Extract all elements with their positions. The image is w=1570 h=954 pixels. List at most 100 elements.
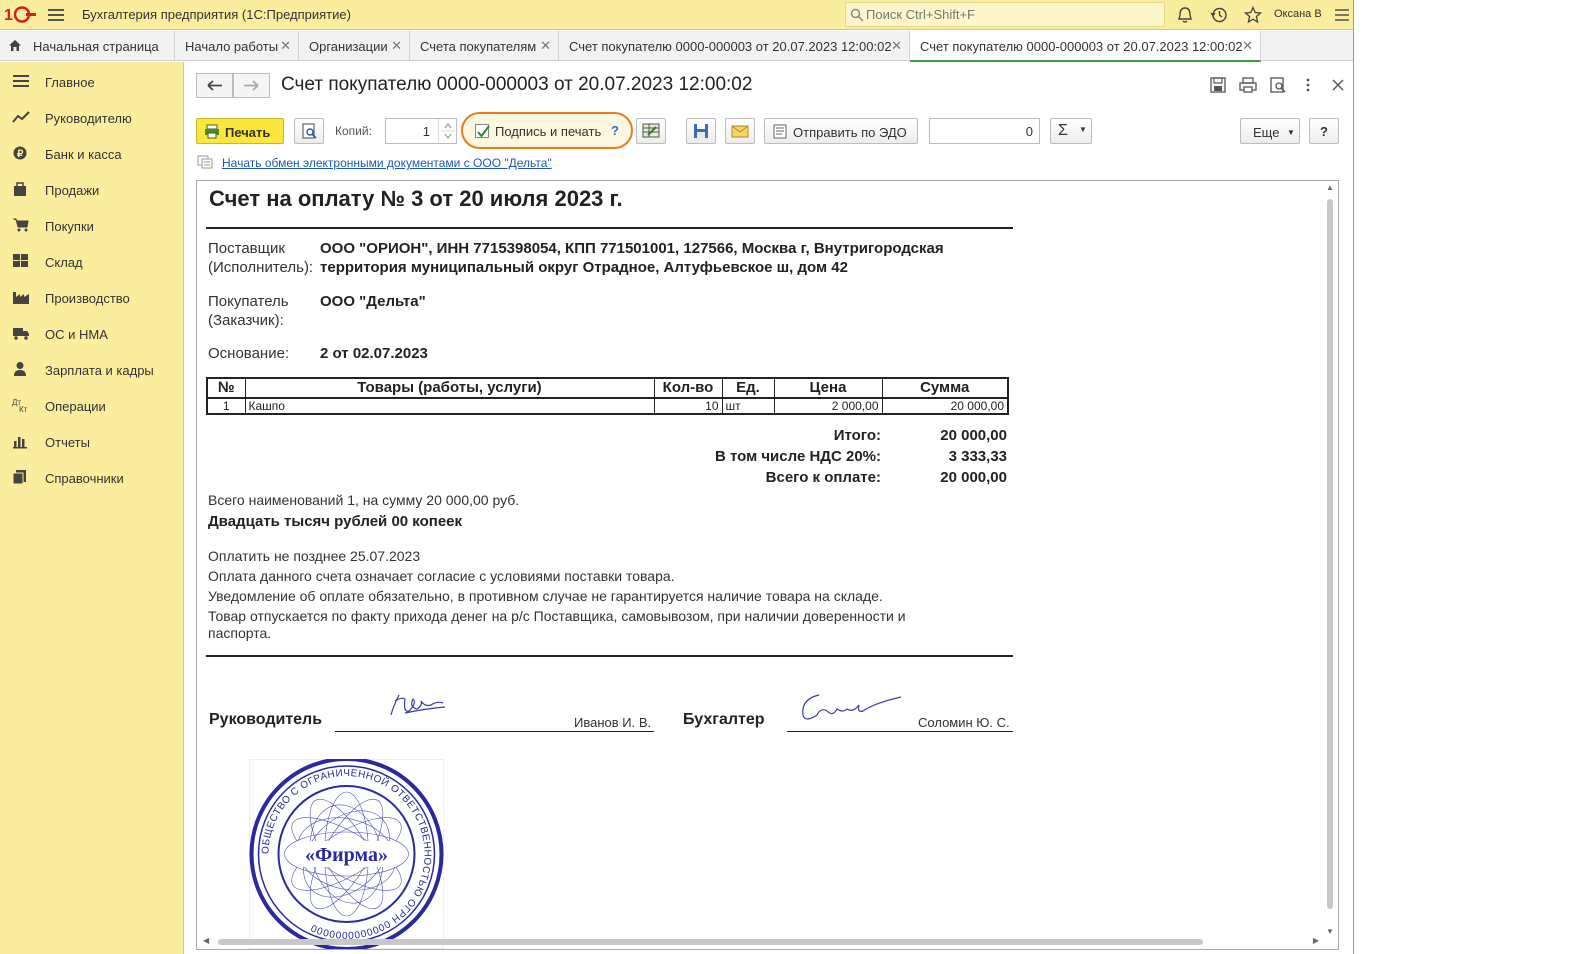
sidebar-item-main[interactable]: Главное	[0, 63, 184, 99]
horizontal-scrollbar[interactable]: ◀ ▶	[197, 934, 1323, 949]
close-tab-icon[interactable]: ✕	[891, 38, 902, 54]
tab-organizations[interactable]: Организации ✕	[299, 31, 410, 61]
preview-icon[interactable]	[1269, 76, 1287, 94]
signature-line	[335, 731, 654, 732]
sign-and-stamp-toggle[interactable]: Подпись и печать ?	[461, 112, 633, 149]
bar-chart-icon	[13, 437, 27, 449]
preview-button[interactable]	[294, 118, 324, 144]
sign-and-stamp-checkbox[interactable]	[475, 124, 490, 138]
coin-icon: ₽	[13, 146, 27, 160]
user-name[interactable]: Оксана В	[1274, 8, 1322, 20]
tab-label: Организации	[309, 39, 388, 54]
floppy-icon	[694, 124, 708, 138]
print-preview-sheet[interactable]: Счет на оплату № 3 от 20 июля 2023 г. По…	[196, 180, 1339, 950]
copies-stepper[interactable]: 1	[385, 118, 457, 144]
scrollbar-thumb[interactable]	[218, 939, 1203, 945]
vertical-scrollbar[interactable]: ▲ ▼	[1322, 181, 1338, 936]
send-edo-button[interactable]: Отправить по ЭДО	[764, 118, 918, 144]
sidebar-item-bank[interactable]: ₽ Банк и касса	[0, 135, 184, 171]
forward-button[interactable]	[233, 73, 270, 98]
close-icon[interactable]	[1329, 76, 1347, 94]
sidebar-item-sales[interactable]: Продажи	[0, 171, 184, 207]
edit-document-button[interactable]	[636, 118, 666, 144]
stepper-arrows-icon	[441, 123, 455, 139]
scroll-right-icon[interactable]: ▶	[1313, 936, 1319, 945]
close-tab-icon[interactable]: ✕	[280, 38, 291, 54]
buyer-label-sub: (Заказчик):	[208, 312, 284, 329]
sidebar-item-assets[interactable]: ОС и НМА	[0, 315, 184, 351]
print-button[interactable]: Печать	[196, 118, 284, 144]
sidebar-item-label: Отчеты	[45, 435, 90, 450]
column-header: Сумма	[881, 377, 1009, 399]
due-value: 20 000,00	[940, 469, 1007, 486]
stepper-arrows[interactable]	[438, 119, 456, 143]
tab-home[interactable]: Начальная страница	[0, 31, 175, 61]
close-tab-icon[interactable]: ✕	[391, 38, 402, 54]
supplier-label: Поставщик	[208, 240, 285, 257]
tab-label: Счета покупателям	[420, 39, 537, 54]
head-signature-icon	[390, 694, 446, 716]
sum-mode-button[interactable]: Σ ▼	[1050, 118, 1092, 144]
tab-customer-invoices[interactable]: Счета покупателям ✕	[410, 31, 559, 61]
sidebar-item-label: Продажи	[45, 183, 100, 198]
form-area: Счет покупателю 0000-000003 от 20.07.202…	[185, 62, 1353, 954]
sidebar-item-operations[interactable]: Дт Кт Операции	[0, 387, 184, 423]
sidebar-item-catalogs[interactable]: Справочники	[0, 459, 184, 495]
company-stamp-icon: ОБЩЕСТВО С ОГРАНИЧЕННОЙ ОТВЕТСТВЕННОСТЬЮ…	[249, 759, 444, 949]
cell-sum: 20 000,00	[881, 397, 1009, 415]
warehouse-icon	[13, 254, 28, 267]
save-file-button[interactable]	[686, 118, 716, 144]
buyer-value: ООО "Дельта"	[320, 293, 426, 310]
cell-price: 2 000,00	[773, 397, 883, 415]
back-button[interactable]	[196, 73, 233, 98]
edo-exchange-link[interactable]: Начать обмен электронными документами с …	[222, 156, 552, 170]
search-input[interactable]: Поиск Ctrl+Shift+F	[845, 2, 1165, 27]
supplier-value-cont: территория муниципальный округ Отрадное,…	[320, 259, 848, 276]
sidebar-item-purchases[interactable]: Покупки	[0, 207, 184, 243]
menu-icon	[13, 75, 29, 87]
help-button[interactable]: ?	[1309, 118, 1339, 144]
sidebar-item-payroll[interactable]: Зарплата и кадры	[0, 351, 184, 387]
divider	[206, 655, 1013, 657]
tab-start[interactable]: Начало работы ✕	[175, 31, 299, 61]
cell-qty: 10	[653, 397, 723, 415]
close-tab-icon[interactable]: ✕	[1242, 38, 1253, 54]
sidebar-item-warehouse[interactable]: Склад	[0, 243, 184, 279]
due-label: Всего к оплате:	[765, 469, 881, 486]
tab-invoice-form[interactable]: Счет покупателю 0000-000003 от 20.07.202…	[559, 31, 910, 61]
sidebar-item-label: Склад	[45, 255, 83, 270]
save-icon[interactable]	[1209, 76, 1227, 94]
sidebar-item-label: ОС и НМА	[45, 327, 108, 342]
main-menu-icon[interactable]	[48, 7, 64, 23]
sidebar-item-reports[interactable]: Отчеты	[0, 423, 184, 459]
arrow-right-icon	[244, 80, 259, 91]
tab-invoice-print[interactable]: Счет покупателю 0000-000003 от 20.07.202…	[910, 31, 1261, 62]
sidebar-item-manager[interactable]: Руководителю	[0, 99, 184, 135]
help-icon[interactable]: ?	[611, 123, 619, 138]
bell-icon[interactable]	[1176, 6, 1194, 24]
scroll-up-icon[interactable]: ▲	[1326, 183, 1334, 192]
svg-text:Кт: Кт	[19, 405, 28, 413]
sidebar-item-production[interactable]: Производство	[0, 279, 184, 315]
scrollbar-thumb[interactable]	[1327, 199, 1333, 909]
more-actions-icon[interactable]	[1299, 76, 1317, 94]
printer-icon[interactable]	[1239, 76, 1257, 94]
star-icon[interactable]	[1244, 6, 1262, 24]
column-header: Кол-во	[653, 377, 723, 399]
search-icon	[850, 8, 864, 22]
scroll-left-icon[interactable]: ◀	[203, 936, 209, 945]
sum-field[interactable]: 0	[929, 118, 1040, 144]
sidebar-item-label: Покупки	[45, 219, 94, 234]
send-email-button[interactable]	[725, 118, 755, 144]
more-button[interactable]: Еще ▼	[1240, 118, 1300, 144]
app-title: Бухгалтерия предприятия (1С:Предприятие)	[82, 7, 351, 22]
edo-exchange-icon	[197, 155, 213, 169]
history-icon[interactable]	[1210, 6, 1228, 24]
close-tab-icon[interactable]: ✕	[540, 38, 551, 54]
settings-menu-icon[interactable]	[1334, 6, 1350, 24]
preview-icon	[302, 123, 317, 139]
sidebar-item-label: Зарплата и кадры	[45, 363, 154, 378]
sidebar-item-label: Справочники	[45, 471, 124, 486]
column-header: №	[206, 377, 246, 399]
scroll-down-icon[interactable]: ▼	[1326, 927, 1334, 936]
